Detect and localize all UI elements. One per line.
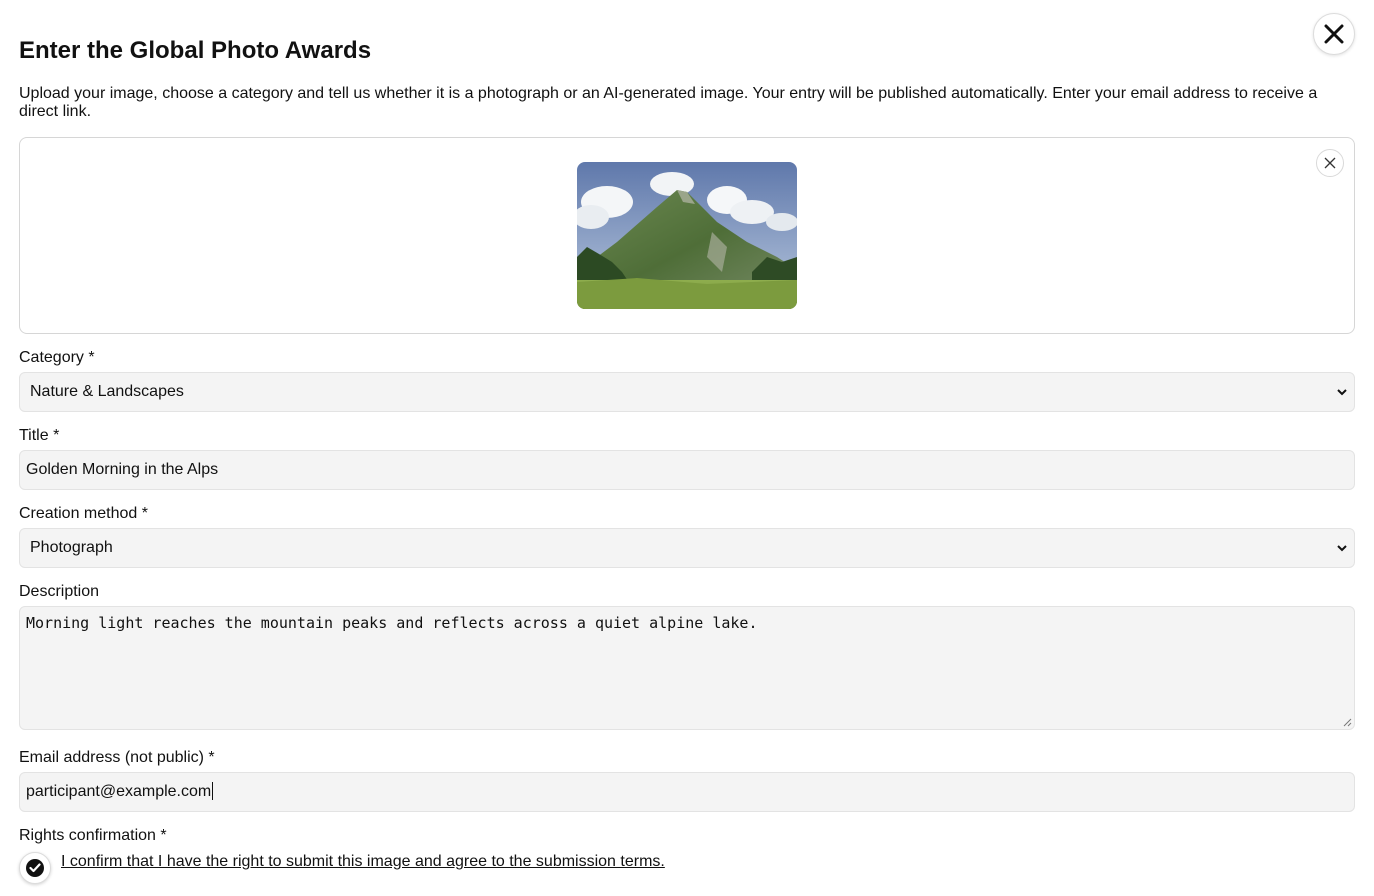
category-select[interactable]: Nature & Landscapes — [19, 372, 1355, 412]
description-label: Description — [19, 583, 100, 600]
description-textarea[interactable]: Morning light reaches the mountain peaks… — [19, 606, 1355, 730]
mountain-image — [577, 162, 797, 309]
rights-checkbox[interactable] — [19, 852, 51, 884]
close-button[interactable] — [1313, 13, 1355, 55]
resize-grip-icon[interactable] — [1343, 718, 1352, 727]
title-input[interactable]: Golden Morning in the Alps — [19, 450, 1355, 490]
page-title: Enter the Global Photo Awards — [19, 37, 372, 64]
image-upload-area[interactable] — [19, 137, 1355, 334]
rights-terms-link[interactable]: I confirm that I have the right to submi… — [61, 853, 665, 871]
email-input[interactable]: participant@example.com — [19, 772, 1355, 812]
creation-method-select[interactable]: Photograph — [19, 528, 1355, 568]
title-label: Title * — [19, 427, 60, 444]
submission-modal: Enter the Global Photo Awards Upload you… — [0, 0, 1374, 896]
email-value: participant@example.com — [26, 783, 212, 800]
description-value: Morning light reaches the mountain peaks… — [26, 614, 758, 632]
close-icon — [1324, 24, 1344, 44]
x-icon — [1324, 157, 1336, 169]
creation-method-selected-value: Photograph — [30, 539, 113, 556]
rights-label: Rights confirmation * — [19, 827, 167, 844]
intro-text: Upload your image, choose a category and… — [19, 85, 1318, 120]
chevron-down-icon — [1337, 389, 1347, 396]
title-value: Golden Morning in the Alps — [26, 461, 219, 478]
checkbox-box — [26, 859, 44, 877]
text-caret — [212, 782, 214, 800]
remove-image-button[interactable] — [1316, 149, 1344, 177]
email-label: Email address (not public) * — [19, 749, 215, 766]
checkmark-icon — [29, 863, 41, 873]
category-label: Category * — [19, 349, 95, 366]
chevron-down-icon — [1337, 545, 1347, 552]
image-preview — [577, 162, 797, 309]
category-selected-value: Nature & Landscapes — [30, 383, 184, 400]
creation-method-label: Creation method * — [19, 505, 148, 522]
